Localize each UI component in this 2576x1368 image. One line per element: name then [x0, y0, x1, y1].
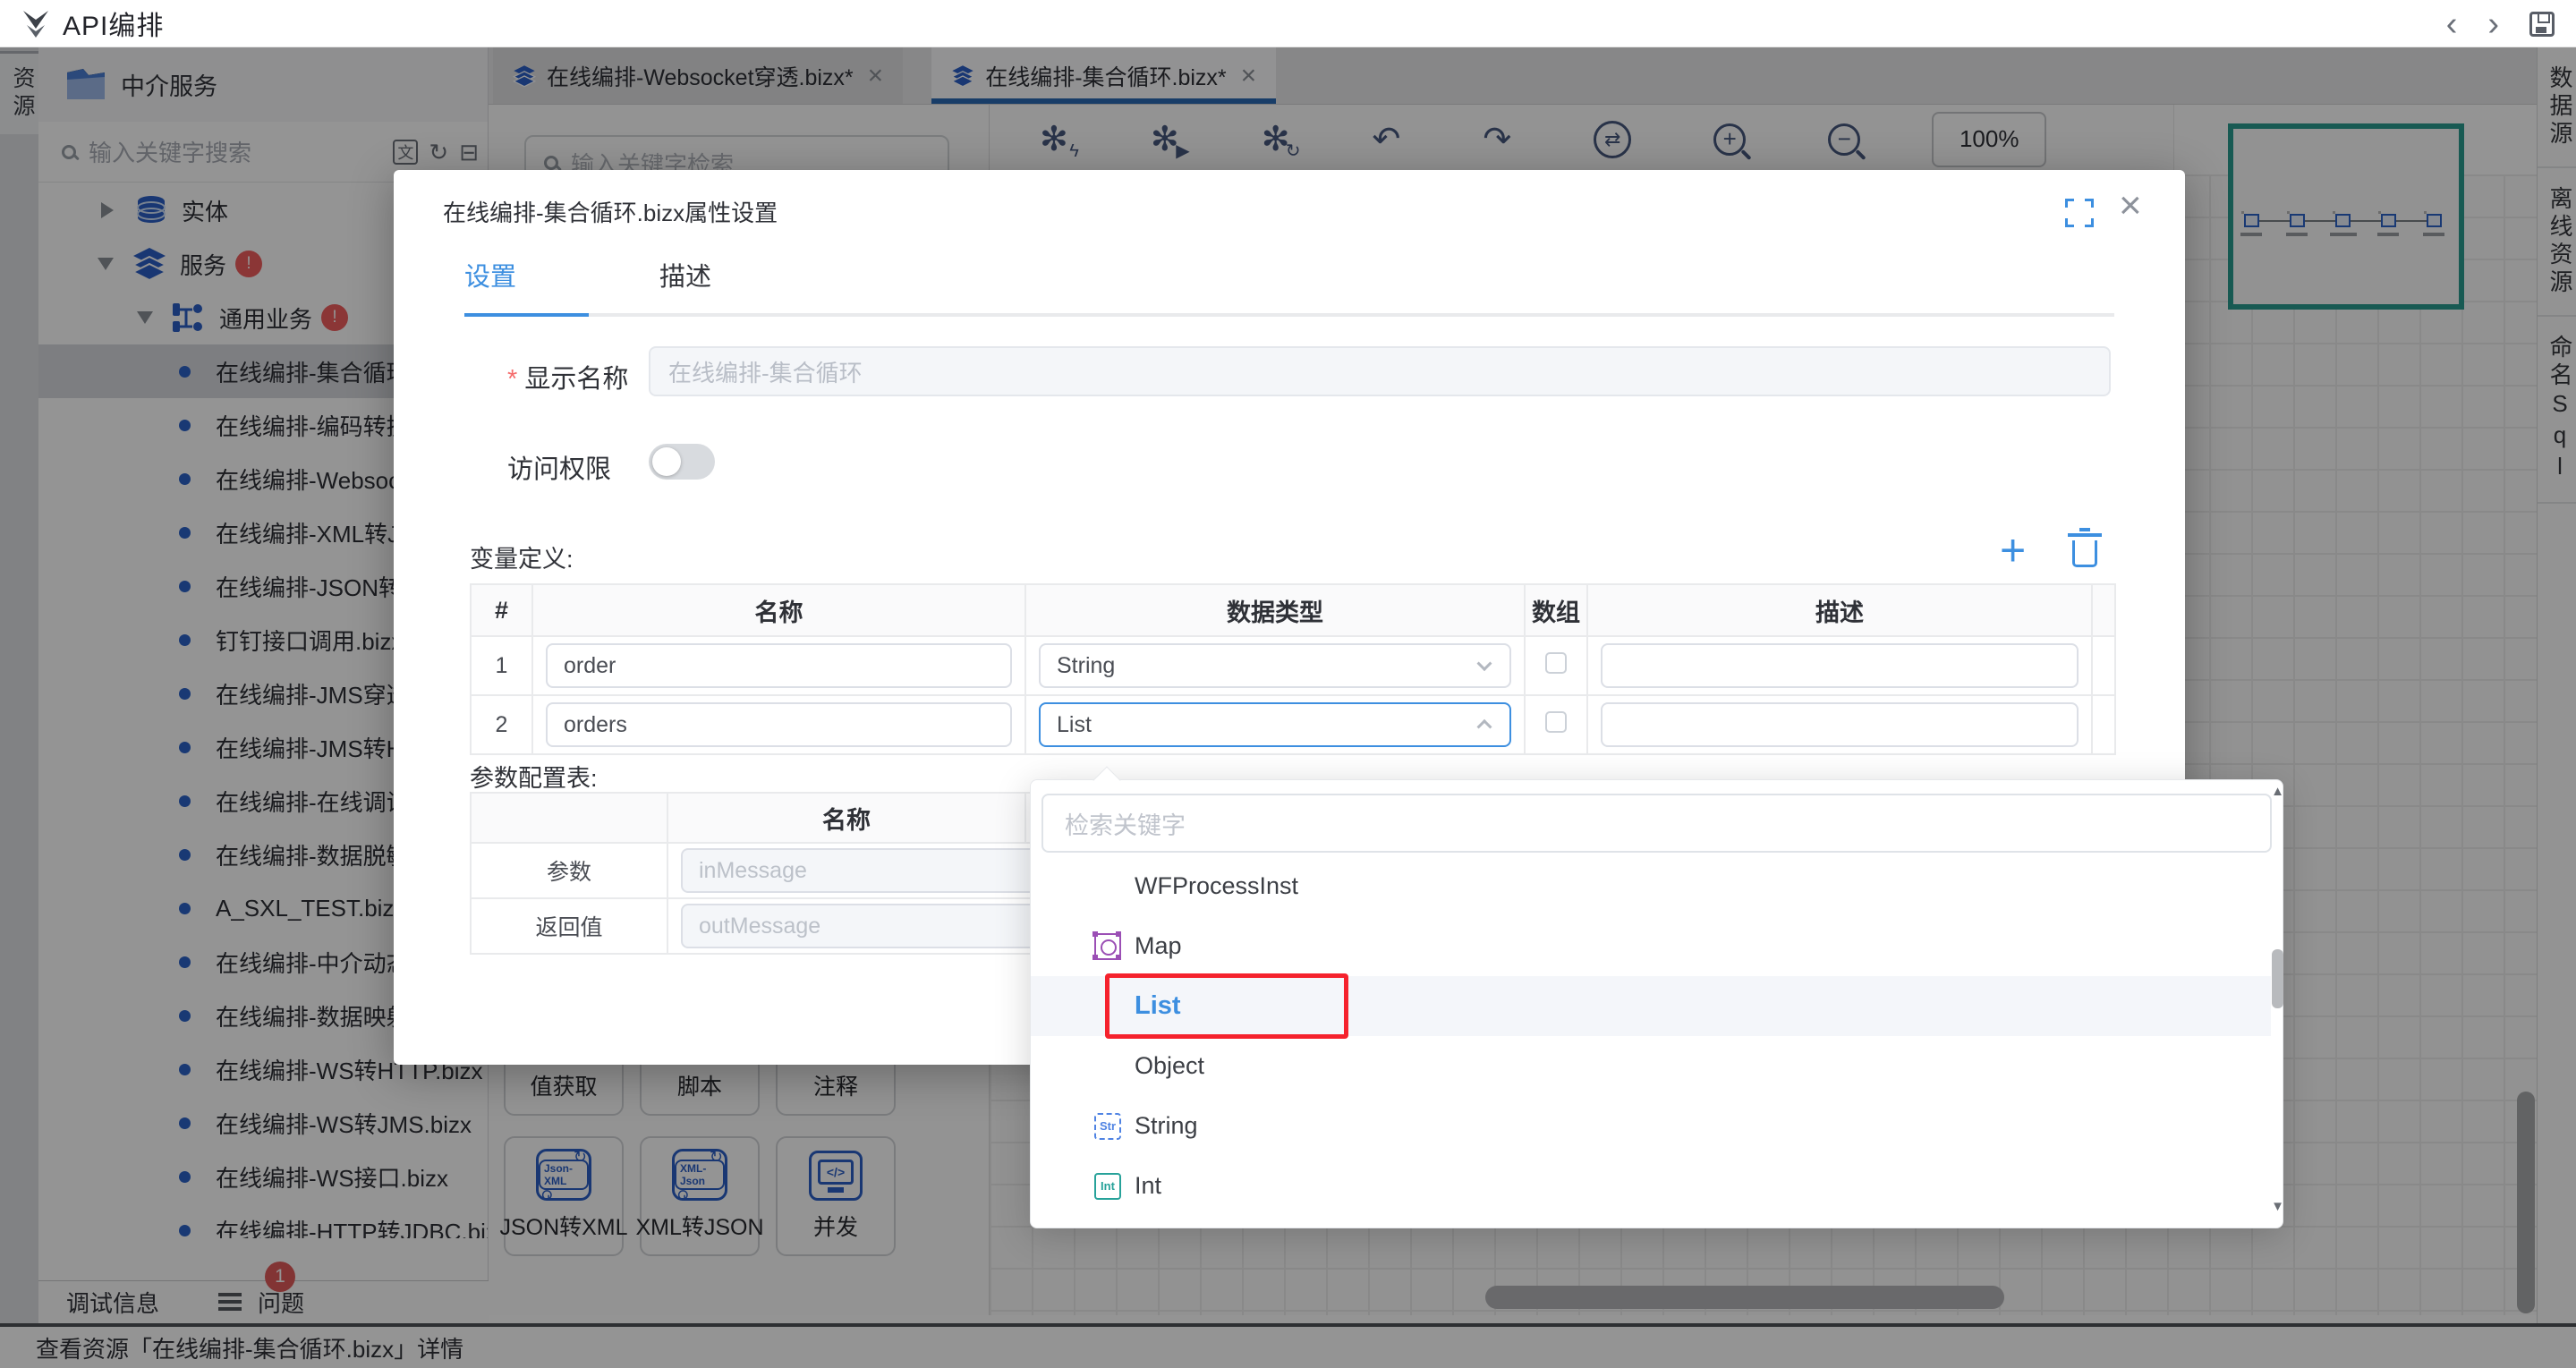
variable-desc-input[interactable] [1601, 643, 2079, 688]
dropdown-option-label: Map [1135, 932, 1182, 960]
title-bar: API编排 ‹ › [0, 0, 2576, 47]
col-array: 数组 [1525, 584, 1587, 636]
back-arrow-icon[interactable]: ‹ [2446, 7, 2458, 41]
dropdown-option[interactable]: Int Int [1031, 1156, 2271, 1216]
variable-type-select-open[interactable]: List [1039, 702, 1511, 747]
dropdown-option-label: Int [1135, 1172, 1161, 1200]
app-logo-icon [20, 7, 52, 39]
param-row-label: 返回值 [471, 898, 667, 954]
variables-table: # 名称 数据类型 数组 描述 1 order String 2 orders … [470, 583, 2116, 755]
fullscreen-icon[interactable] [2065, 199, 2094, 227]
variable-type-select[interactable]: String [1039, 643, 1511, 688]
dropdown-scrollbar[interactable] [2272, 949, 2283, 1008]
variable-name-input[interactable]: order [546, 643, 1012, 688]
col-type: 数据类型 [1025, 584, 1525, 636]
tab-settings[interactable]: 设置 [464, 256, 516, 319]
dropdown-option[interactable]: Map [1031, 916, 2271, 976]
scroll-down-icon[interactable]: ▼ [2271, 1195, 2284, 1217]
tab-description[interactable]: 描述 [659, 256, 711, 319]
dropdown-option[interactable]: List [1031, 976, 2271, 1036]
type-icon: Str [1094, 1113, 1121, 1140]
param-row-label: 参数 [471, 843, 667, 898]
scroll-up-icon[interactable]: ▲ [2271, 780, 2284, 802]
dropdown-search[interactable]: 检索关键字 [1041, 794, 2272, 853]
chevron-up-icon [1477, 719, 1492, 735]
app-window: API编排 ‹ › 资源 中介服务 输入关键字搜索 文 ↻ ⊟ [0, 0, 2576, 1368]
display-name-placeholder: 在线编排-集合循环 [668, 355, 863, 388]
display-name-label: 显示名称 [507, 358, 628, 395]
dropdown-option[interactable]: Str String [1031, 1096, 2271, 1156]
array-checkbox[interactable] [1545, 711, 1567, 733]
modal-title: 在线编排-集合循环.bizx属性设置 [443, 195, 778, 228]
type-dropdown: 检索关键字 WFProcessInst Map List Object St [1030, 779, 2283, 1228]
app-title: API编排 [63, 4, 164, 43]
col-extra [2092, 584, 2115, 636]
array-checkbox[interactable] [1545, 652, 1567, 674]
type-icon: Int [1094, 1173, 1121, 1200]
col-name: 名称 [667, 793, 1025, 843]
type-icon [1094, 933, 1121, 960]
variable-desc-input[interactable] [1601, 702, 2079, 747]
dropdown-option-label: List [1135, 991, 1181, 1021]
access-toggle[interactable] [649, 444, 715, 480]
add-variable-icon[interactable]: + [2000, 528, 2026, 573]
col-blank [471, 793, 667, 843]
row-index: 2 [471, 695, 532, 754]
col-index: # [471, 584, 532, 636]
dropdown-option-label: Object [1135, 1052, 1204, 1080]
col-name: 名称 [532, 584, 1025, 636]
tab-underline [464, 313, 2114, 317]
params-section-label: 参数配置表: [470, 759, 598, 794]
modal-tabs: 设置 描述 [464, 256, 711, 319]
variables-section-label: 变量定义: [470, 540, 574, 574]
col-desc: 描述 [1587, 584, 2092, 636]
save-icon[interactable] [2529, 12, 2555, 37]
dropdown-option-label: String [1135, 1112, 1198, 1140]
dropdown-search-placeholder: 检索关键字 [1065, 806, 1186, 841]
dropdown-options: WFProcessInst Map List Object Str String… [1031, 856, 2271, 1219]
close-icon[interactable]: × [2119, 186, 2142, 225]
access-label: 访问权限 [507, 448, 611, 486]
row-index: 1 [471, 636, 532, 695]
chevron-down-icon [1477, 656, 1492, 671]
forward-arrow-icon[interactable]: › [2487, 7, 2499, 41]
variable-name-input[interactable]: orders [546, 702, 1012, 747]
variable-row: 1 order String [471, 636, 2115, 695]
display-name-input[interactable]: 在线编排-集合循环 [649, 346, 2111, 396]
variable-row: 2 orders List [471, 695, 2115, 754]
dropdown-option-label: WFProcessInst [1135, 872, 1298, 900]
delete-variable-icon[interactable] [2072, 540, 2097, 567]
dropdown-option[interactable]: Object [1031, 1036, 2271, 1096]
dropdown-option[interactable]: WFProcessInst [1031, 856, 2271, 916]
